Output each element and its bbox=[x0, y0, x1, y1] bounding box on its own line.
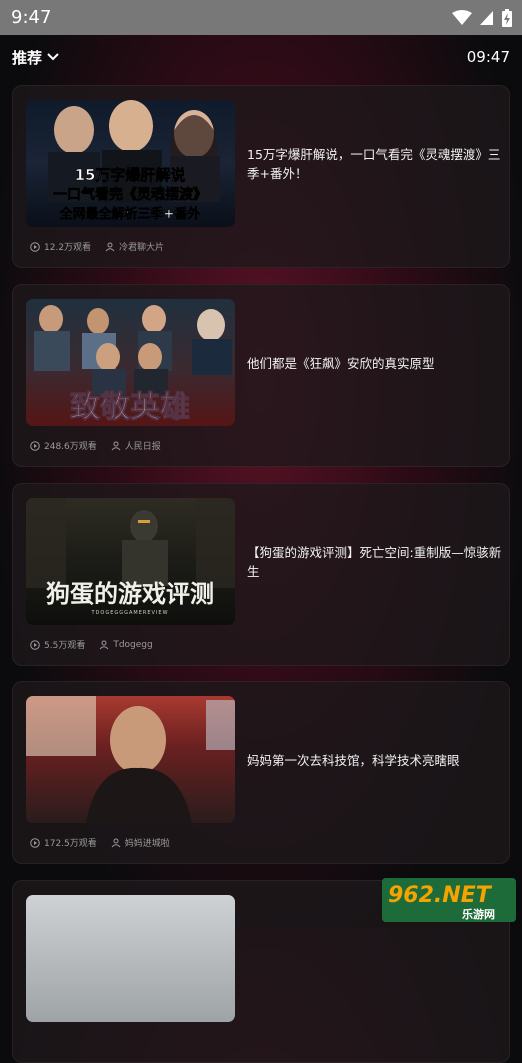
view-count: 248.6万观看 bbox=[44, 442, 97, 452]
battery-icon bbox=[502, 8, 512, 27]
view-count: 172.5万观看 bbox=[44, 839, 97, 849]
status-time: 9:47 bbox=[11, 7, 52, 28]
video-title-text: 妈妈第一次去科技馆，科学技术亮瞎眼 bbox=[247, 752, 460, 768]
play-circle-icon bbox=[30, 241, 40, 252]
wifi-icon bbox=[452, 9, 472, 25]
header-clock: 09:47 bbox=[466, 48, 510, 66]
video-title[interactable]: 【狗蛋的游戏评测】死亡空间:重制版—惊骇新生 bbox=[247, 532, 502, 592]
author-name[interactable]: 冷君聊大片 bbox=[119, 240, 164, 253]
view-count: 12.2万观看 bbox=[44, 243, 92, 253]
app-header: 推荐 09:47 bbox=[0, 35, 522, 79]
video-thumbnail[interactable]: 致敬英雄 bbox=[26, 299, 235, 426]
thumb-headline: 15万字爆肝解说 bbox=[75, 166, 186, 184]
user-icon bbox=[99, 640, 109, 649]
thumbnail-art bbox=[26, 696, 235, 823]
site-watermark: 962.NET 乐游网 bbox=[382, 878, 516, 922]
video-card[interactable]: 15万字爆肝解说 一口气看完《灵魂摆渡》 全网最全解析三季+番外 15万字爆肝解… bbox=[12, 85, 510, 268]
video-meta: 12.2万观看 冷君聊大片 bbox=[30, 240, 164, 253]
user-icon bbox=[105, 242, 115, 251]
video-meta: 5.5万观看 Tdogegg bbox=[30, 638, 153, 651]
category-selector[interactable]: 推荐 bbox=[12, 47, 59, 68]
watermark-logo: 962.NET 乐游网 bbox=[382, 878, 516, 922]
video-title-text: 【狗蛋的游戏评测】死亡空间:重制版—惊骇新生 bbox=[247, 545, 502, 579]
play-circle-icon bbox=[30, 440, 40, 451]
author-name[interactable]: 妈妈进城啦 bbox=[125, 836, 170, 849]
watermark-brand: 962.NET bbox=[388, 883, 493, 908]
video-title-text: 他们都是《狂飙》安欣的真实原型 bbox=[247, 355, 435, 371]
thumb-headline: 致敬英雄 bbox=[70, 390, 190, 425]
status-icons bbox=[452, 8, 512, 27]
thumbnail-art: 15万字爆肝解说 一口气看完《灵魂摆渡》 全网最全解析三季+番外 bbox=[48, 100, 220, 222]
video-card[interactable]: 妈妈第一次去科技馆，科学技术亮瞎眼 172.5万观看 妈妈进城啦 bbox=[12, 681, 510, 864]
video-card[interactable]: 致敬英雄 他们都是《狂飙》安欣的真实原型 248.6万观看 人民日报 bbox=[12, 284, 510, 467]
play-circle-icon bbox=[30, 639, 40, 650]
video-thumbnail[interactable] bbox=[26, 895, 235, 1022]
user-icon bbox=[111, 838, 121, 847]
thumb-headline: 狗蛋的游戏评测 bbox=[46, 580, 214, 608]
video-thumbnail[interactable]: 15万字爆肝解说 一口气看完《灵魂摆渡》 全网最全解析三季+番外 bbox=[26, 100, 235, 227]
video-card[interactable]: 狗蛋的游戏评测 TDOGEGGGAMEREVIEW 【狗蛋的游戏评测】死亡空间:… bbox=[12, 483, 510, 666]
watermark-sub: 乐游网 bbox=[462, 907, 495, 921]
video-title-text: 15万字爆肝解说，一口气看完《灵魂摆渡》三季+番外！ bbox=[247, 147, 501, 181]
video-meta: 248.6万观看 人民日报 bbox=[30, 439, 161, 452]
video-title[interactable]: 15万字爆肝解说，一口气看完《灵魂摆渡》三季+番外！ bbox=[247, 134, 502, 194]
author-name[interactable]: Tdogegg bbox=[113, 640, 152, 650]
video-thumbnail[interactable]: 狗蛋的游戏评测 TDOGEGGGAMEREVIEW bbox=[26, 498, 235, 625]
signal-icon bbox=[480, 10, 493, 25]
video-title[interactable]: 妈妈第一次去科技馆，科学技术亮瞎眼 bbox=[247, 730, 502, 790]
author-name[interactable]: 人民日报 bbox=[125, 439, 161, 452]
play-circle-icon bbox=[30, 837, 40, 848]
video-thumbnail[interactable] bbox=[26, 696, 235, 823]
view-count: 5.5万观看 bbox=[44, 641, 86, 651]
thumb-caption: 全网最全解析三季+番外 bbox=[59, 206, 201, 222]
thumbnail-art: 致敬英雄 bbox=[34, 305, 232, 426]
video-meta: 172.5万观看 妈妈进城啦 bbox=[30, 836, 170, 849]
chevron-down-icon bbox=[47, 53, 59, 61]
user-icon bbox=[111, 441, 121, 450]
video-title[interactable]: 他们都是《狂飙》安欣的真实原型 bbox=[247, 333, 502, 393]
status-bar: 9:47 bbox=[0, 0, 522, 35]
thumbnail-art: 狗蛋的游戏评测 TDOGEGGGAMEREVIEW bbox=[26, 498, 235, 616]
thumb-caption: TDOGEGGGAMEREVIEW bbox=[90, 610, 168, 616]
thumb-subheadline: 一口气看完《灵魂摆渡》 bbox=[53, 186, 207, 203]
category-label: 推荐 bbox=[12, 48, 43, 67]
